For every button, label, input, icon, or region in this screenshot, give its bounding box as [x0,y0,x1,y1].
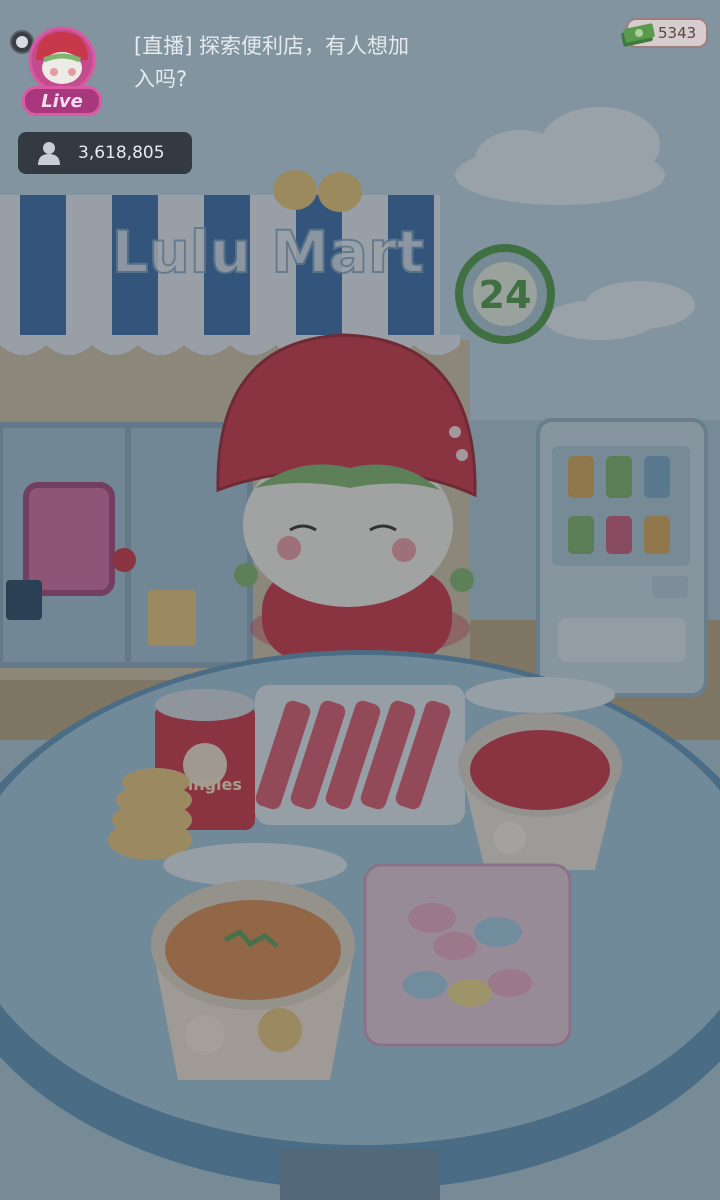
viewer-counter: 3,618,805 [18,132,192,174]
game-scene: Lulu Mart 24 Pringles [0,0,720,1200]
strawberry-avatar-icon [28,26,96,94]
vending-machine [536,418,708,697]
money-value: 5343 [658,24,697,42]
marshmallow-bag [363,863,572,1047]
person-icon [38,142,60,165]
store-sign-text: Lulu Mart [112,218,425,286]
scene-illustration: Lulu Mart 24 Pringles [0,0,720,1200]
live-badge: Live [22,86,102,116]
noodle-bowl-spicy [458,677,622,870]
hours-badge-text: 24 [479,273,532,317]
live-label: Live [41,90,83,112]
cash-stack-icon [620,18,660,48]
hours-badge: 24 [455,244,555,344]
viewer-count: 3,618,805 [78,143,165,163]
meat-tray [255,685,465,825]
stream-title: [直播] 探索便利店，有人想加入吗? [134,34,410,91]
shop-mini-icon [6,580,42,620]
